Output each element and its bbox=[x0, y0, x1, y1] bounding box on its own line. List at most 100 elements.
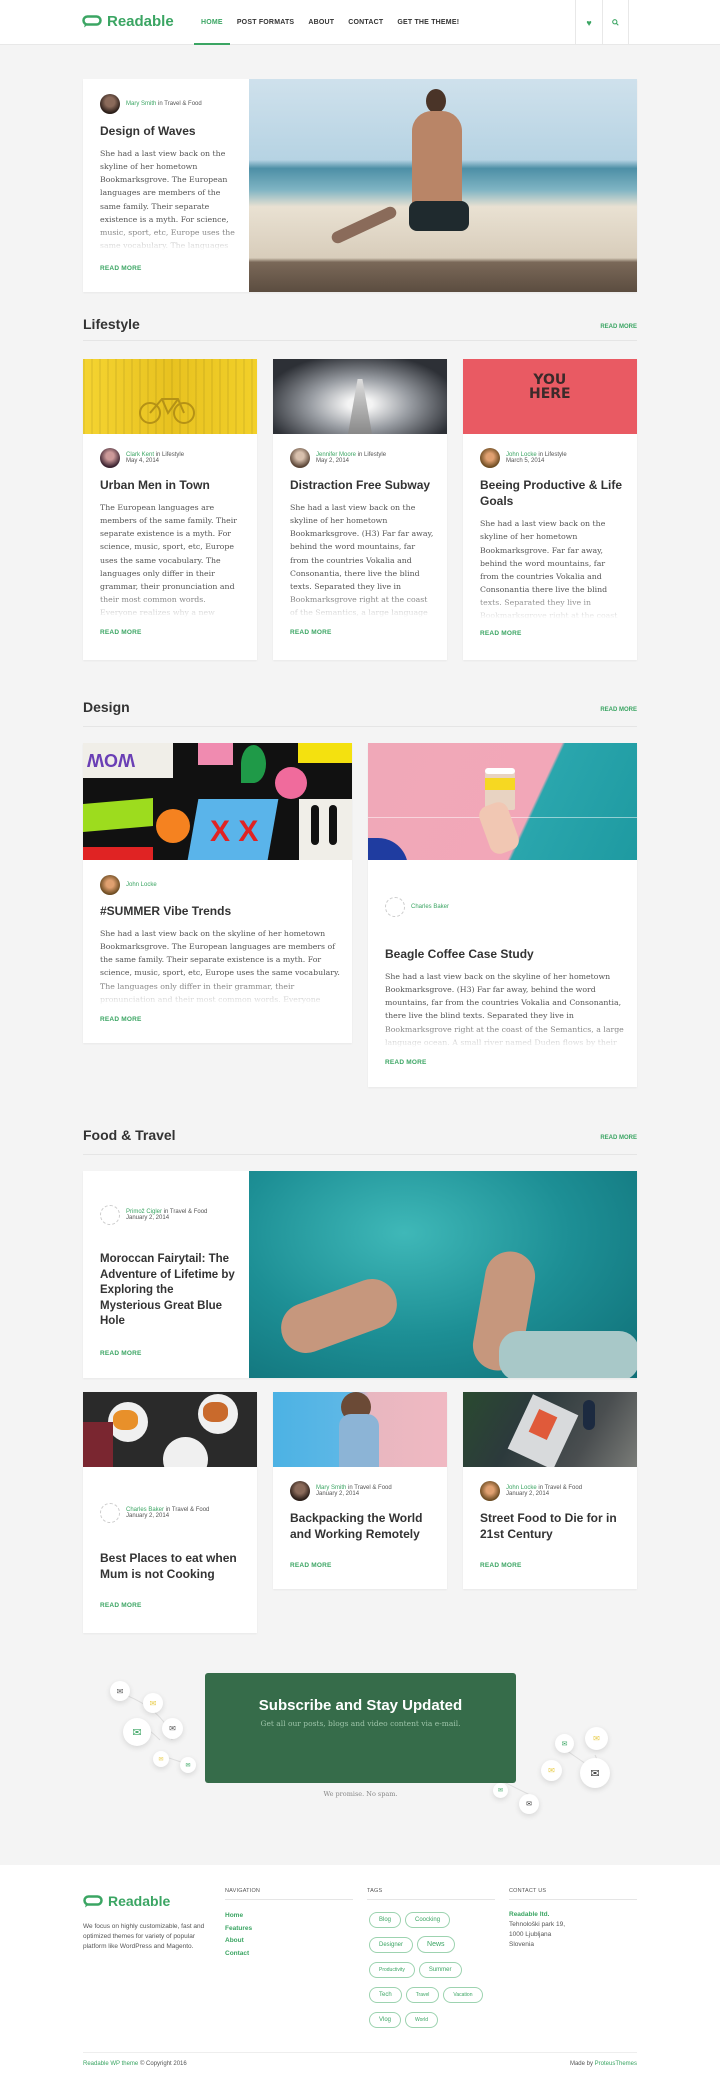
post-image[interactable] bbox=[273, 1392, 447, 1467]
tag[interactable]: Productivity bbox=[369, 1962, 415, 1978]
footer-nav-about[interactable]: About bbox=[225, 1935, 252, 1948]
post-title[interactable]: Street Food to Die for in 21st Century bbox=[480, 1510, 625, 1542]
read-more-link[interactable]: READ MORE bbox=[100, 629, 245, 636]
post-card: WOW X X John Locke #SUMMER Vibe Trends S… bbox=[83, 743, 352, 1043]
footer-nav-contact[interactable]: Contact bbox=[225, 1948, 252, 1961]
read-more-link[interactable]: READ MORE bbox=[480, 1562, 625, 1569]
author-link[interactable]: Charles Baker bbox=[411, 904, 449, 910]
post-title[interactable]: Beagle Coffee Case Study bbox=[385, 946, 625, 962]
search-button[interactable] bbox=[602, 0, 629, 45]
tag[interactable]: Travel bbox=[405, 1987, 440, 2003]
post-image[interactable] bbox=[368, 743, 637, 860]
favorites-button[interactable]: ♥ bbox=[575, 0, 602, 45]
featured-image[interactable] bbox=[249, 79, 637, 292]
category-link[interactable]: Travel & Food bbox=[170, 1209, 207, 1215]
nav-contact[interactable]: CONTACT bbox=[341, 0, 390, 45]
post-image[interactable]: WOW X X bbox=[83, 743, 352, 860]
nav-home[interactable]: HOME bbox=[194, 0, 230, 45]
post-card: John Locke in Travel & Food January 2, 20… bbox=[463, 1392, 637, 1589]
post-title[interactable]: Beeing Productive & Life Goals bbox=[480, 477, 625, 509]
post-meta: John Locke in Travel & Food January 2, 20… bbox=[480, 1481, 625, 1501]
category-link[interactable]: Lifestyle bbox=[162, 452, 184, 458]
post-title[interactable]: Backpacking the World and Working Remote… bbox=[290, 1510, 435, 1542]
tag[interactable]: Designer bbox=[369, 1937, 414, 1953]
envelope-icon: ✉ bbox=[143, 1693, 163, 1713]
category-link[interactable]: Lifestyle bbox=[545, 452, 567, 458]
footer-nav-features[interactable]: Features bbox=[225, 1923, 252, 1936]
category-link[interactable]: Travel & Food bbox=[172, 1507, 209, 1513]
author-link[interactable]: Mary Smith bbox=[126, 101, 156, 107]
post-meta: Clark Kent in Lifestyle May 4, 2014 bbox=[100, 448, 245, 468]
tag[interactable]: Blog bbox=[369, 1912, 402, 1928]
post-meta: John Locke bbox=[100, 875, 340, 895]
section-read-more-food-travel[interactable]: READ MORE bbox=[600, 1135, 637, 1141]
post-image[interactable] bbox=[83, 1392, 257, 1467]
logo-text: Readable bbox=[107, 13, 174, 30]
post-date: January 2, 2014 bbox=[126, 1215, 170, 1221]
section-read-more-design[interactable]: READ MORE bbox=[600, 707, 637, 713]
category-link[interactable]: Travel & Food bbox=[545, 1485, 582, 1491]
site-logo[interactable]: Readable bbox=[82, 13, 174, 30]
search-icon bbox=[612, 19, 619, 26]
footer-about: We focus on highly customizable, fast an… bbox=[83, 1923, 205, 1951]
logo-text: Readable bbox=[108, 1893, 171, 1909]
tag[interactable]: Vlog bbox=[369, 2012, 402, 2028]
category-link[interactable]: Lifestyle bbox=[364, 452, 386, 458]
post-image[interactable] bbox=[83, 359, 257, 434]
section-divider bbox=[83, 1154, 637, 1155]
skateboard bbox=[329, 204, 399, 246]
featured-image[interactable] bbox=[249, 1171, 637, 1378]
post-date: January 2, 2014 bbox=[506, 1491, 550, 1497]
read-more-link[interactable]: READ MORE bbox=[100, 1016, 340, 1023]
section-title-lifestyle: Lifestyle bbox=[83, 316, 140, 332]
subscribe-subtitle: Get all our posts, blogs and video conte… bbox=[260, 1719, 461, 1728]
nav-post-formats[interactable]: POST FORMATS bbox=[230, 0, 302, 45]
section-read-more-lifestyle[interactable]: READ MORE bbox=[600, 324, 637, 330]
contact-company: Readable ltd. bbox=[509, 1911, 550, 1918]
category-link[interactable]: Travel & Food bbox=[354, 1485, 391, 1491]
author-link[interactable]: John Locke bbox=[126, 882, 157, 888]
post-title[interactable]: Best Places to eat when Mum is not Cooki… bbox=[100, 1550, 245, 1582]
tag[interactable]: World bbox=[405, 2012, 438, 2028]
site-footer: Readable We focus on highly customizable… bbox=[0, 1865, 720, 2074]
tag[interactable]: News bbox=[417, 1936, 455, 1953]
footer-logo[interactable]: Readable bbox=[83, 1893, 170, 1909]
nav-about[interactable]: ABOUT bbox=[301, 0, 341, 45]
post-meta: Mary Smith in Travel & Food January 2, 20… bbox=[290, 1481, 435, 1501]
proteus-link[interactable]: ProteusThemes bbox=[595, 2061, 637, 2067]
read-more-link[interactable]: READ MORE bbox=[290, 629, 435, 636]
subscribe-box: Subscribe and Stay Updated Get all our p… bbox=[205, 1673, 516, 1783]
read-more-link[interactable]: READ MORE bbox=[385, 1059, 625, 1066]
post-title[interactable]: #SUMMER Vibe Trends bbox=[100, 903, 340, 919]
post-card: Charles Baker in Travel & Food January 2,… bbox=[83, 1392, 257, 1633]
tag[interactable]: Summer bbox=[418, 1962, 462, 1978]
post-image[interactable]: YOU HERE bbox=[463, 359, 637, 434]
footer-nav: Home Features About Contact bbox=[225, 1910, 252, 1960]
post-title[interactable]: Distraction Free Subway bbox=[290, 477, 435, 493]
post-meta: Charles Baker in Travel & Food January 2,… bbox=[100, 1503, 245, 1523]
theme-link[interactable]: Readable WP theme bbox=[83, 2061, 138, 2067]
read-more-link[interactable]: READ MORE bbox=[100, 1350, 235, 1357]
man-figure bbox=[404, 89, 474, 259]
post-image[interactable] bbox=[273, 359, 447, 434]
nav-get-theme[interactable]: GET THE THEME! bbox=[390, 0, 466, 45]
author-avatar bbox=[100, 94, 120, 114]
post-image[interactable] bbox=[463, 1392, 637, 1467]
author-avatar bbox=[100, 448, 120, 468]
read-more-link[interactable]: READ MORE bbox=[100, 1602, 245, 1609]
read-more-link[interactable]: READ MORE bbox=[290, 1562, 435, 1569]
post-title[interactable]: Moroccan Fairytail: The Adventure of Lif… bbox=[100, 1252, 235, 1330]
post-title[interactable]: Urban Men in Town bbox=[100, 477, 245, 493]
category-link[interactable]: Travel & Food bbox=[164, 101, 201, 107]
author-avatar bbox=[290, 448, 310, 468]
tag[interactable]: Coocking bbox=[405, 1912, 451, 1928]
tag[interactable]: Tech bbox=[369, 1987, 402, 2003]
read-more-link[interactable]: READ MORE bbox=[480, 630, 625, 637]
footer-nav-home[interactable]: Home bbox=[225, 1910, 252, 1923]
read-more-link[interactable]: READ MORE bbox=[100, 265, 235, 272]
tag[interactable]: Vacation bbox=[443, 1987, 483, 2003]
author-avatar bbox=[100, 875, 120, 895]
post-title[interactable]: Design of Waves bbox=[100, 123, 235, 139]
post-date: March 5, 2014 bbox=[506, 458, 545, 464]
post-excerpt: She had a last view back on the skyline … bbox=[480, 517, 625, 620]
